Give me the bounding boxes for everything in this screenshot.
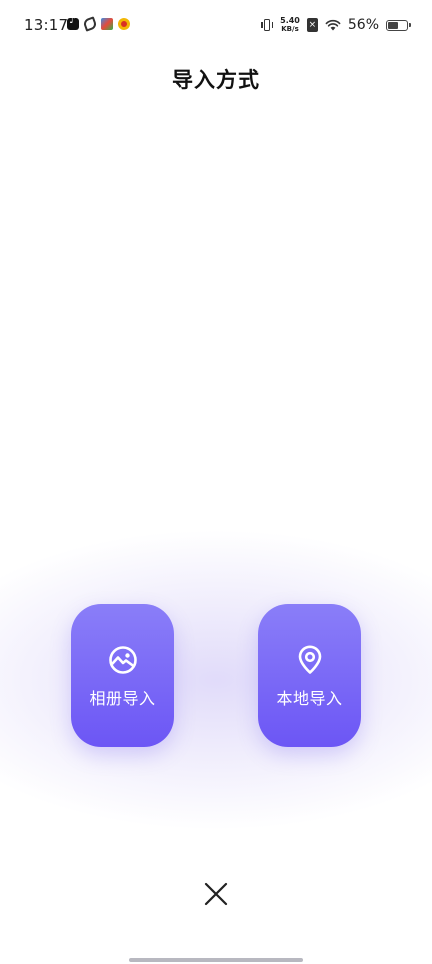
network-speed: 5.40 KB/s: [280, 16, 300, 34]
map-app-icon: [101, 18, 113, 30]
network-speed-value: 5.40: [280, 16, 300, 25]
battery-icon: [386, 19, 411, 31]
home-indicator[interactable]: [129, 958, 303, 962]
status-bar: 13:17 5.40 KB/s × 56%: [0, 0, 432, 50]
location-pin-icon: [298, 645, 321, 674]
no-sim-icon: ×: [306, 18, 318, 32]
status-indicators: 5.40 KB/s × 56%: [261, 14, 411, 36]
screen: 13:17 5.40 KB/s × 56% 导入方式: [0, 0, 432, 964]
local-import-button[interactable]: 本地导入: [258, 604, 361, 747]
notification-icons: [67, 15, 130, 32]
tiktok-icon: [67, 15, 79, 30]
battery-percent: 56%: [347, 17, 379, 33]
page-title: 导入方式: [172, 68, 260, 92]
gallery-import-button[interactable]: 相册导入: [71, 604, 174, 747]
close-icon[interactable]: [202, 880, 230, 908]
wifi-icon: [325, 19, 341, 31]
status-time: 13:17: [24, 16, 69, 34]
vibrate-icon: [261, 18, 274, 32]
image-icon: [108, 646, 137, 674]
local-import-label: 本地导入: [276, 689, 343, 708]
weibo-icon: [118, 18, 130, 30]
leaf-app-icon: [82, 16, 98, 32]
network-speed-unit: KB/s: [281, 25, 299, 33]
gallery-import-label: 相册导入: [89, 689, 156, 708]
